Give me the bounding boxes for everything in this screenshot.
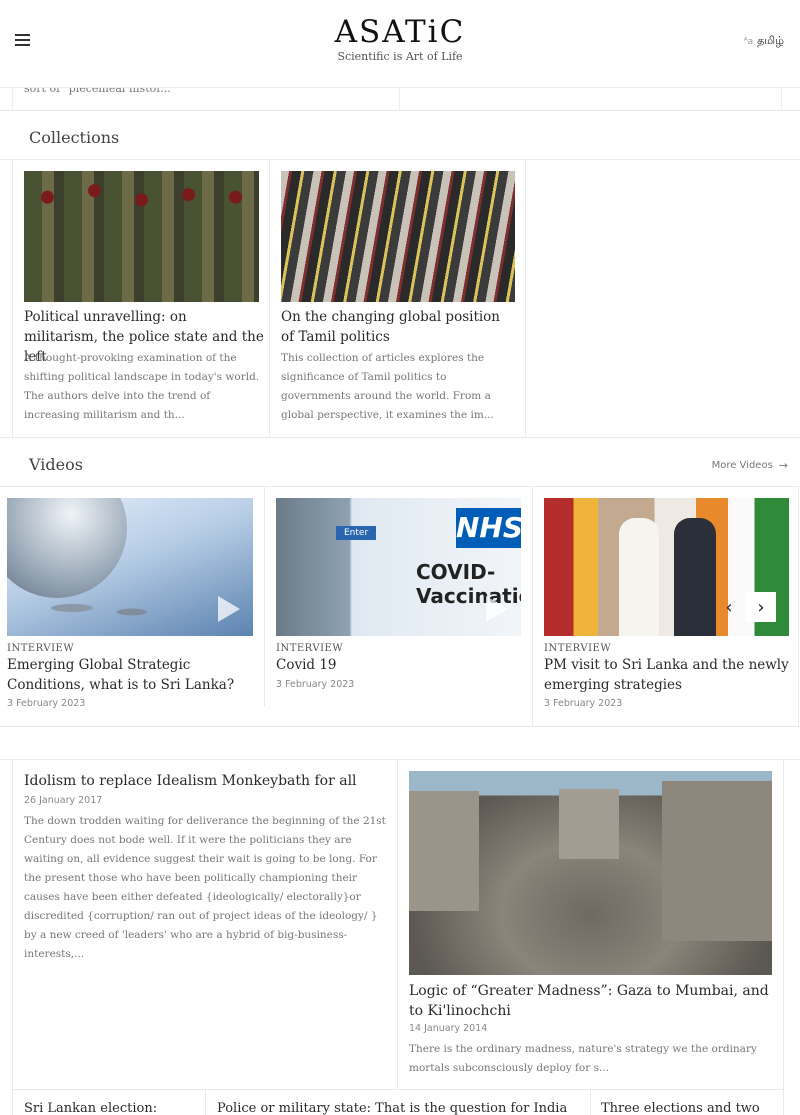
divider — [532, 486, 533, 726]
article-title[interactable]: Three elections and two — [601, 1101, 760, 1115]
site-header: ASATiC Scientific is Art of Life ᴬa தமிழ… — [0, 0, 800, 88]
divider — [0, 110, 800, 111]
logo-tagline: Scientific is Art of Life — [337, 50, 463, 63]
article-image-gaza[interactable] — [409, 771, 772, 975]
video-title[interactable]: PM visit to Sri Lanka and the newly emer… — [544, 655, 794, 695]
divider — [783, 759, 784, 1115]
video-title[interactable]: Emerging Global Strategic Conditions, wh… — [7, 655, 257, 695]
divider — [798, 486, 799, 726]
video-date: 3 February 2023 — [544, 698, 623, 709]
play-icon[interactable] — [218, 596, 240, 622]
divider — [205, 1089, 206, 1115]
language-label: தமிழ் — [757, 34, 784, 47]
video-tag: INTERVIEW — [276, 643, 344, 654]
divider — [12, 159, 13, 437]
video-date: 3 February 2023 — [7, 698, 86, 709]
collection-title[interactable]: On the changing global position of Tamil… — [281, 307, 517, 347]
translate-icon: ᴬa — [743, 36, 754, 47]
more-videos-link[interactable]: More Videos → — [712, 459, 788, 472]
video-title[interactable]: Covid 19 — [276, 655, 526, 675]
collection-description: A thought-provoking examination of the s… — [24, 352, 260, 421]
collections-heading: Collections — [29, 128, 120, 147]
article-excerpt: There is the ordinary madness, nature's … — [409, 1043, 757, 1074]
collection-image-tamil-protest[interactable] — [281, 171, 515, 302]
video-tag: INTERVIEW — [7, 643, 75, 654]
videos-heading: Videos — [29, 455, 83, 474]
video-tag: INTERVIEW — [544, 643, 612, 654]
carousel-prev-button[interactable]: ‹ — [714, 592, 744, 622]
divider — [269, 159, 270, 437]
enter-sign: Enter — [336, 526, 377, 540]
divider — [525, 159, 526, 437]
site-logo[interactable]: ASATiC Scientific is Art of Life — [0, 14, 800, 64]
article-title[interactable]: Logic of “Greater Madness”: Gaza to Mumb… — [409, 981, 774, 1021]
article-excerpt: The down trodden waiting for deliverance… — [24, 815, 386, 960]
article-date: 26 January 2017 — [24, 795, 103, 806]
article-title[interactable]: Police or military state: That is the qu… — [217, 1101, 567, 1115]
video-date: 3 February 2023 — [276, 679, 355, 690]
divider — [0, 759, 800, 760]
divider — [0, 486, 800, 487]
divider — [590, 1089, 591, 1115]
video-thumbnail-covid[interactable]: Enter NHS COVID-Vaccination Cen — [276, 498, 521, 636]
divider — [12, 759, 13, 1115]
divider — [12, 1089, 783, 1090]
divider — [397, 759, 398, 1089]
play-icon[interactable] — [486, 596, 508, 622]
divider — [0, 437, 800, 438]
logo-title: ASATiC — [334, 14, 466, 50]
nhs-logo: NHS — [456, 508, 521, 548]
article-title[interactable]: Idolism to replace Idealism Monkeybath f… — [24, 771, 389, 791]
article-title[interactable]: Sri Lankan election: — [24, 1101, 157, 1115]
arrow-right-icon: → — [778, 459, 788, 472]
video-thumbnail-global-strategy[interactable] — [7, 498, 253, 636]
nhs-caption-line: COVID- — [416, 560, 496, 584]
more-videos-label: More Videos — [711, 460, 773, 471]
divider — [0, 159, 800, 160]
collection-description: This collection of articles explores the… — [281, 352, 494, 421]
collection-image-militarism[interactable] — [24, 171, 259, 302]
divider — [0, 726, 800, 727]
divider — [264, 486, 265, 706]
article-date: 14 January 2014 — [409, 1023, 488, 1034]
carousel-next-button[interactable]: › — [746, 592, 776, 622]
language-switch[interactable]: ᴬa தமிழ் — [744, 34, 784, 49]
